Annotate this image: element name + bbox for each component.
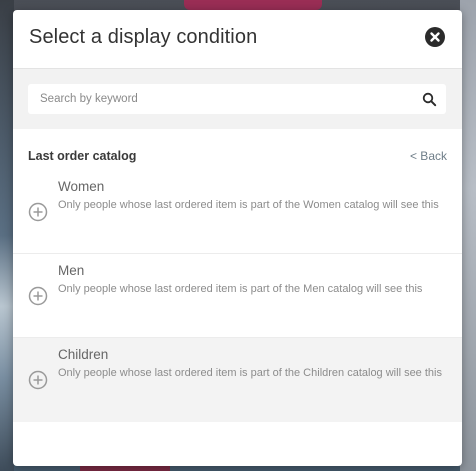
backdrop-banner xyxy=(184,0,322,10)
option-name: Women xyxy=(58,179,105,194)
option-description: Only people whose last ordered item is p… xyxy=(58,367,442,379)
plus-circle-icon[interactable] xyxy=(28,370,48,390)
backdrop-photo-right xyxy=(460,0,476,471)
display-condition-modal: Select a display condition Last order ca… xyxy=(13,10,462,466)
option-women[interactable]: Women Only people whose last ordered ite… xyxy=(13,170,462,254)
section-title: Last order catalog xyxy=(28,149,137,163)
backdrop-photo-left xyxy=(0,0,14,471)
close-icon xyxy=(430,32,440,42)
search-input[interactable] xyxy=(28,84,408,114)
plus-circle-icon[interactable] xyxy=(28,286,48,306)
modal-title: Select a display condition xyxy=(29,26,258,48)
plus-circle-icon[interactable] xyxy=(28,202,48,222)
section-header: Last order catalog < Back xyxy=(28,149,447,167)
search-icon[interactable] xyxy=(422,92,437,107)
back-link[interactable]: < Back xyxy=(410,149,447,163)
option-name: Children xyxy=(58,347,109,362)
option-men[interactable]: Men Only people whose last ordered item … xyxy=(13,254,462,338)
option-description: Only people whose last ordered item is p… xyxy=(58,283,423,295)
option-description: Only people whose last ordered item is p… xyxy=(58,199,439,211)
modal-header: Select a display condition xyxy=(13,10,462,69)
search-bar-area xyxy=(13,69,462,129)
option-name: Men xyxy=(58,263,85,278)
close-button[interactable] xyxy=(425,27,445,47)
search-box xyxy=(28,84,446,114)
option-children[interactable]: Children Only people whose last ordered … xyxy=(13,338,462,422)
